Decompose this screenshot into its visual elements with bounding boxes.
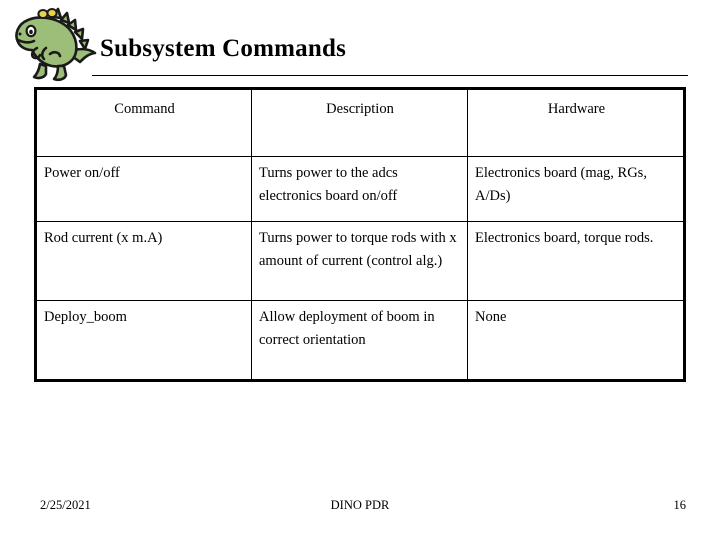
cell-command: Power on/off (36, 156, 252, 222)
title-divider (92, 75, 688, 76)
slide-header: Subsystem Commands (0, 0, 720, 88)
subsystem-commands-table: Command Description Hardware Power on/of… (36, 89, 685, 380)
cell-description: Turns power to torque rods with x amount… (251, 221, 468, 301)
column-header-description: Description (251, 89, 468, 157)
cell-hardware: Electronics board, torque rods. (467, 221, 685, 301)
footer-page-number: 16 (673, 498, 687, 512)
dinosaur-logo-icon (6, 4, 98, 84)
table-row: Power on/off Turns power to the adcs ele… (36, 156, 685, 222)
table-row: Deploy_boom Allow deployment of boom in … (36, 300, 685, 380)
cell-description: Allow deployment of boom in correct orie… (251, 300, 468, 380)
cell-hardware: Electronics board (mag, RGs, A/Ds) (467, 156, 685, 222)
table-header-row: Command Description Hardware (36, 89, 685, 157)
slide-footer: 2/25/2021 DINO PDR 16 (0, 488, 720, 540)
column-header-command: Command (36, 89, 252, 157)
cell-command: Deploy_boom (36, 300, 252, 380)
cell-description: Turns power to the adcs electronics boar… (251, 156, 468, 222)
table-row: Rod current (x m.A) Turns power to torqu… (36, 221, 685, 301)
cell-command: Rod current (x m.A) (36, 221, 252, 301)
page-title: Subsystem Commands (100, 35, 347, 62)
column-header-hardware: Hardware (467, 89, 685, 157)
footer-title: DINO PDR (330, 498, 390, 512)
cell-hardware: None (467, 300, 685, 380)
